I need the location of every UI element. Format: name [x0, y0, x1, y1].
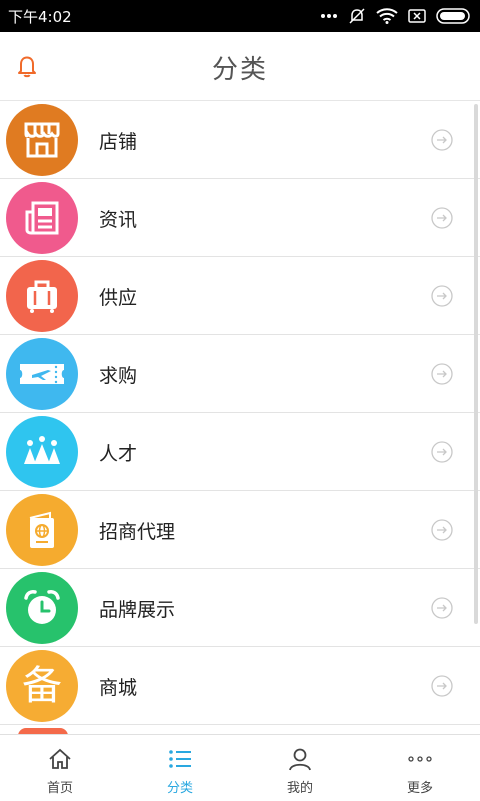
- tab-label: 分类: [166, 781, 193, 796]
- list-scrollbar[interactable]: [474, 104, 478, 624]
- arrow-right-icon[interactable]: [431, 285, 453, 307]
- category-list: 店铺 资讯 供应 求购 人才 招商代理 品牌展示 备 商城: [0, 101, 480, 734]
- category-label: 招商代理: [99, 521, 176, 543]
- category-icon-circle: 备: [6, 650, 78, 722]
- category-row-supply[interactable]: 供应: [0, 257, 480, 335]
- list-icon: [169, 750, 191, 768]
- wifi-icon: [376, 8, 398, 24]
- home-icon: [49, 748, 71, 769]
- category-label: 品牌展示: [99, 599, 176, 621]
- arrow-right-icon[interactable]: [431, 597, 453, 619]
- bottom-tab-bar: 首页 分类 我的 更多: [0, 734, 480, 801]
- passport-icon: [29, 511, 54, 548]
- status-time: 下午4:02: [8, 8, 72, 26]
- category-icon-circle: [6, 338, 78, 410]
- tab-home[interactable]: 首页: [0, 735, 120, 801]
- category-label: 人才: [99, 443, 138, 465]
- category-icon-circle: [6, 182, 78, 254]
- alarm-clock-icon: [24, 590, 60, 624]
- arrow-right-icon[interactable]: [431, 363, 453, 385]
- category-label: 供应: [99, 287, 138, 309]
- battery-icon: [436, 8, 470, 24]
- category-row-purchase[interactable]: 求购: [0, 335, 480, 413]
- arrow-right-icon[interactable]: [431, 675, 453, 697]
- page-title: 分类: [211, 55, 268, 85]
- suitcase-icon: [27, 280, 57, 313]
- arrow-right-icon[interactable]: [431, 129, 453, 151]
- arrow-right-icon[interactable]: [431, 519, 453, 541]
- tab-label: 我的: [286, 781, 313, 796]
- tab-label: 更多: [406, 781, 433, 796]
- category-row-talent[interactable]: 人才: [0, 413, 480, 491]
- status-bar: 下午4:02: [0, 0, 480, 32]
- tab-mine[interactable]: 我的: [240, 735, 360, 801]
- notifications-off-icon: [349, 8, 365, 24]
- category-label: 资讯: [99, 209, 138, 231]
- category-row-brand[interactable]: 品牌展示: [0, 569, 480, 647]
- sim-none-icon: [408, 9, 426, 23]
- tab-more[interactable]: 更多: [360, 735, 480, 801]
- category-row-news[interactable]: 资讯: [0, 179, 480, 257]
- mall-glyph-icon: 备: [22, 663, 62, 709]
- category-icon-circle: [6, 260, 78, 332]
- tab-label: 首页: [46, 781, 73, 796]
- more-dots-icon: [408, 756, 432, 762]
- tab-category[interactable]: 分类: [120, 735, 240, 801]
- category-row-store[interactable]: 店铺: [0, 101, 480, 179]
- more-dots-status-icon: [321, 14, 337, 18]
- category-row-mall[interactable]: 备 商城: [0, 647, 480, 725]
- category-label: 店铺: [99, 131, 138, 153]
- category-row-franchise[interactable]: 招商代理: [0, 491, 480, 569]
- ticket-icon: [20, 364, 64, 384]
- arrow-right-icon[interactable]: [431, 207, 453, 229]
- user-icon: [289, 748, 311, 771]
- category-icon-circle: [6, 494, 78, 566]
- arrow-right-icon[interactable]: [431, 441, 453, 463]
- category-icon-circle: [6, 572, 78, 644]
- category-icon-circle: [6, 104, 78, 176]
- newspaper-icon: [25, 201, 59, 235]
- category-icon-circle: [6, 416, 78, 488]
- category-label: 商城: [99, 677, 138, 699]
- store-icon: [24, 122, 60, 158]
- category-label: 求购: [99, 365, 138, 387]
- crown-icon: [24, 436, 60, 464]
- app-header: 分类: [0, 32, 480, 101]
